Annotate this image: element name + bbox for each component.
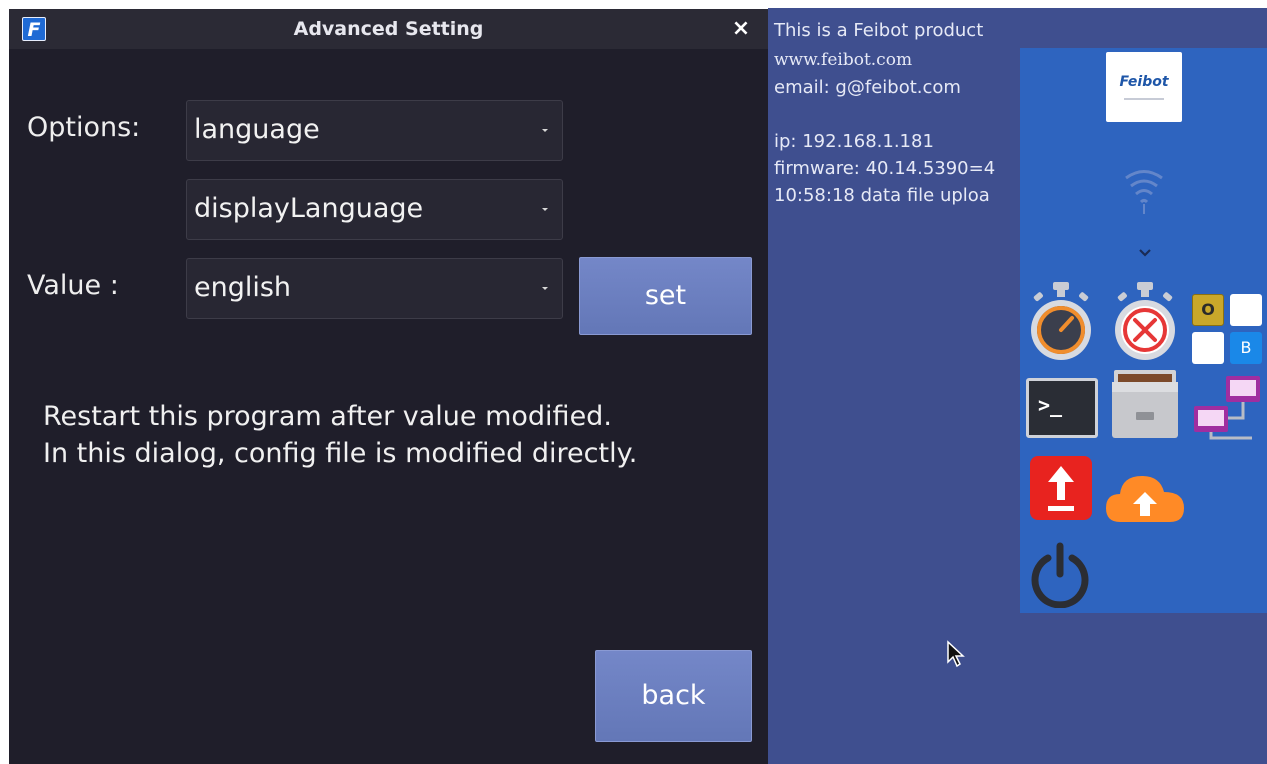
dialog-titlebar[interactable]: F Advanced Setting × [9, 9, 768, 49]
ob-grid-b-tile: B [1230, 332, 1262, 364]
back-button[interactable]: back [595, 650, 752, 742]
launcher-panel: Feibot O B >_ [1020, 48, 1267, 613]
stopwatch-icon[interactable] [1028, 280, 1094, 364]
terminal-icon[interactable]: >_ [1026, 378, 1098, 438]
info-product: This is a Feibot product [774, 20, 984, 41]
options-select-value: language [194, 114, 320, 145]
chevron-down-icon[interactable] [1138, 248, 1152, 258]
close-button[interactable]: × [728, 15, 754, 43]
advanced-setting-dialog: F Advanced Setting × Options: language d… [9, 9, 768, 764]
logo-text: Feibot [1119, 74, 1169, 90]
mouse-cursor-icon [947, 640, 965, 668]
wifi-icon[interactable] [1123, 166, 1165, 216]
upload-icon[interactable] [1030, 456, 1092, 520]
set-button[interactable]: set [579, 257, 752, 335]
feibot-logo: Feibot [1106, 52, 1182, 122]
ob-grid-o-tile: O [1192, 294, 1224, 326]
stopwatch-cancel-icon[interactable] [1112, 280, 1178, 364]
value-select-value: english [194, 272, 292, 303]
value-label: Value : [27, 270, 119, 301]
power-icon[interactable] [1028, 542, 1092, 608]
ob-grid-icon[interactable]: O B [1192, 294, 1264, 366]
value-select[interactable]: english [186, 258, 563, 319]
upload-arrow-icon [1048, 466, 1074, 511]
config-notice: In this dialog, config file is modified … [43, 438, 638, 469]
suboption-select[interactable]: displayLanguage [186, 179, 563, 240]
dropdown-arrow-icon [542, 287, 548, 290]
suboption-select-value: displayLanguage [194, 193, 424, 224]
dialog-title: Advanced Setting [293, 18, 484, 40]
restart-notice: Restart this program after value modifie… [43, 401, 612, 432]
options-select[interactable]: language [186, 100, 563, 161]
network-computers-icon[interactable] [1192, 372, 1264, 442]
ob-grid-blank-tile [1230, 294, 1262, 326]
ob-grid-blank-tile [1192, 332, 1224, 364]
screen-frame: This is a Feibot product www.feibot.com … [0, 0, 1267, 764]
info-firmware: firmware: 40.14.5390=4 [774, 158, 996, 179]
terminal-prompt: >_ [1038, 393, 1063, 417]
info-ip: ip: 192.168.1.181 [774, 131, 934, 152]
file-cabinet-icon[interactable] [1110, 368, 1180, 440]
info-website: www.feibot.com [774, 50, 913, 70]
logo-underline [1124, 98, 1164, 100]
dropdown-arrow-icon [542, 129, 548, 132]
desktop: This is a Feibot product www.feibot.com … [768, 8, 1267, 764]
options-label: Options: [27, 112, 141, 143]
dropdown-arrow-icon [542, 208, 548, 211]
info-email: email: g@feibot.com [774, 77, 961, 98]
info-upload-status: 10:58:18 data file uploa [774, 185, 990, 206]
cloud-upload-icon[interactable] [1104, 470, 1186, 526]
